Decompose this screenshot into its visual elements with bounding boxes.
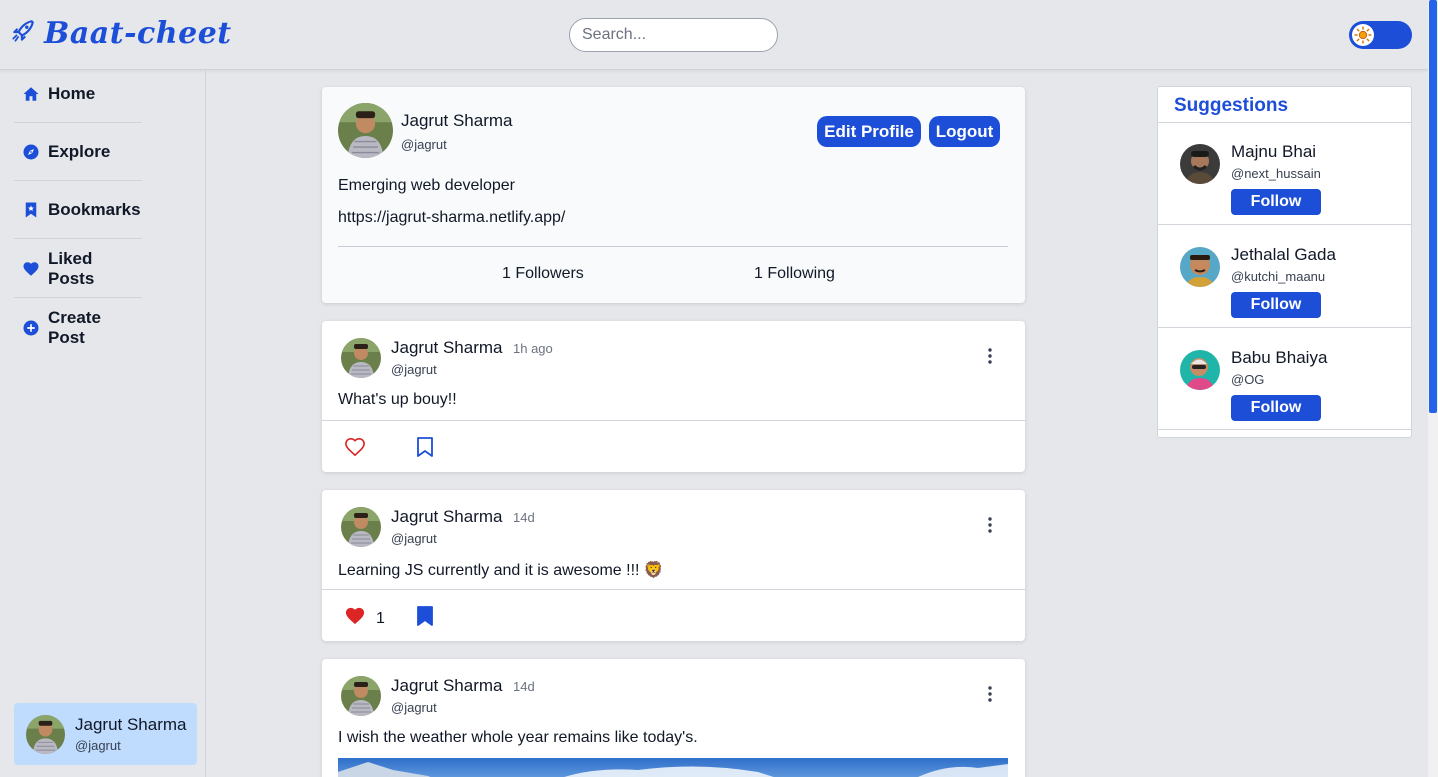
top-bar: Baat-cheet [0,0,1428,70]
heart-filled-icon [344,606,366,631]
profile-avatar[interactable] [338,103,393,158]
nav-item-home[interactable]: Home [14,65,142,123]
edit-profile-button[interactable]: Edit Profile [817,116,921,147]
page-scrollbar[interactable] [1428,0,1438,777]
suggestion-name[interactable]: Majnu Bhai [1231,142,1316,162]
nav-item-bookmarks[interactable]: Bookmarks [14,181,142,239]
like-button[interactable] [344,437,366,462]
post-content: Learning JS currently and it is awesome … [338,562,664,579]
nav-label: Explore [48,141,111,161]
avatar[interactable] [1180,247,1220,287]
post-author-avatar[interactable] [341,676,381,716]
suggestion-handle: @kutchi_maanu [1231,269,1326,284]
post-card: Jagrut Sharma 1h ago @jagrut What's up b… [322,321,1025,472]
nav-label: Bookmarks [48,199,141,219]
followers-count[interactable]: 1 Followers [502,265,584,283]
post-author-avatar[interactable] [341,507,381,547]
theme-toggle[interactable] [1349,21,1412,49]
post-timestamp: 14d [513,510,535,525]
nav-label: Create Post [48,308,101,347]
like-count: 1 [376,609,385,627]
divider [1158,224,1411,225]
search-input[interactable] [569,18,778,52]
post-author-avatar[interactable] [341,338,381,378]
nav-label: Liked Posts [48,248,95,288]
scrollbar-thumb[interactable] [1429,0,1437,413]
logout-button[interactable]: Logout [929,116,1000,147]
post-timestamp: 1h ago [513,341,553,356]
post-card: Jagrut Sharma 14d @jagrut I wish the wea… [322,659,1025,777]
suggestion-item: Majnu Bhai @next_hussain Follow [1158,123,1411,226]
post-image[interactable] [338,758,1008,777]
bookmark-button[interactable] [415,436,435,463]
heart-icon [22,260,40,278]
current-user-name: Jagrut Sharma [75,715,187,734]
bookmark-icon [22,201,40,219]
post-author-handle: @jagrut [391,362,437,377]
nav-label: Home [48,83,96,103]
more-options-icon[interactable] [986,516,994,534]
post-card: Jagrut Sharma 14d @jagrut Learning JS cu… [322,490,1025,641]
heart-outline-icon [344,437,366,462]
post-author-handle: @jagrut [391,531,437,546]
suggestions-panel: Suggestions Majnu Bhai @next_hussain Fol… [1157,86,1412,438]
follow-button[interactable]: Follow [1231,292,1321,318]
suggestion-item: Babu Bhaiya @OG Follow [1158,329,1411,432]
suggestion-name[interactable]: Jethalal Gada [1231,245,1336,265]
sun-icon [1352,24,1374,46]
divider [322,420,1025,421]
suggestion-name[interactable]: Babu Bhaiya [1231,348,1327,368]
avatar[interactable] [1180,144,1220,184]
suggestion-handle: @next_hussain [1231,166,1321,181]
following-count[interactable]: 1 Following [754,265,835,283]
profile-website-link[interactable]: https://jagrut-sharma.netlify.app/ [338,209,565,227]
avatar[interactable] [1180,350,1220,390]
app-name: Baat-cheet [44,16,232,51]
left-sidebar: Home Explore Bookmarks Liked Posts Creat… [0,70,206,777]
divider [322,589,1025,590]
post-author-name[interactable]: Jagrut Sharma [391,507,503,527]
avatar [26,715,65,754]
plus-circle-icon [22,319,40,337]
post-content: I wish the weather whole year remains li… [338,729,698,746]
like-button[interactable]: 1 [344,606,385,631]
divider [338,246,1008,247]
current-user-card[interactable]: Jagrut Sharma @jagrut [14,703,197,765]
suggestions-title: Suggestions [1174,95,1289,116]
follow-button[interactable]: Follow [1231,395,1321,421]
more-options-icon[interactable] [986,347,994,365]
post-author-name[interactable]: Jagrut Sharma [391,676,503,696]
follow-button[interactable]: Follow [1231,189,1321,215]
profile-handle: @jagrut [401,137,447,152]
app-logo[interactable]: Baat-cheet [10,16,232,51]
nav-item-liked-posts[interactable]: Liked Posts [14,240,142,298]
bookmark-outline-icon [415,437,435,462]
divider [1158,327,1411,328]
profile-card: Jagrut Sharma @jagrut Edit Profile Logou… [322,87,1025,303]
post-timestamp: 14d [513,679,535,694]
home-icon [22,85,40,103]
suggestion-handle: @OG [1231,372,1265,387]
nav-item-create-post[interactable]: Create Post [14,299,142,357]
current-user-handle: @jagrut [75,738,121,753]
suggestion-item: Jethalal Gada @kutchi_maanu Follow [1158,226,1411,329]
bookmark-button[interactable] [415,605,435,632]
post-content: What's up bouy!! [338,391,457,408]
compass-icon [22,143,40,161]
more-options-icon[interactable] [986,685,994,703]
post-author-handle: @jagrut [391,700,437,715]
profile-bio: Emerging web developer [338,177,515,194]
divider [1158,429,1411,430]
bookmark-filled-icon [415,606,435,631]
rocket-icon [10,18,36,49]
post-author-name[interactable]: Jagrut Sharma [391,338,503,358]
nav-item-explore[interactable]: Explore [14,123,142,181]
profile-name: Jagrut Sharma [401,111,513,130]
